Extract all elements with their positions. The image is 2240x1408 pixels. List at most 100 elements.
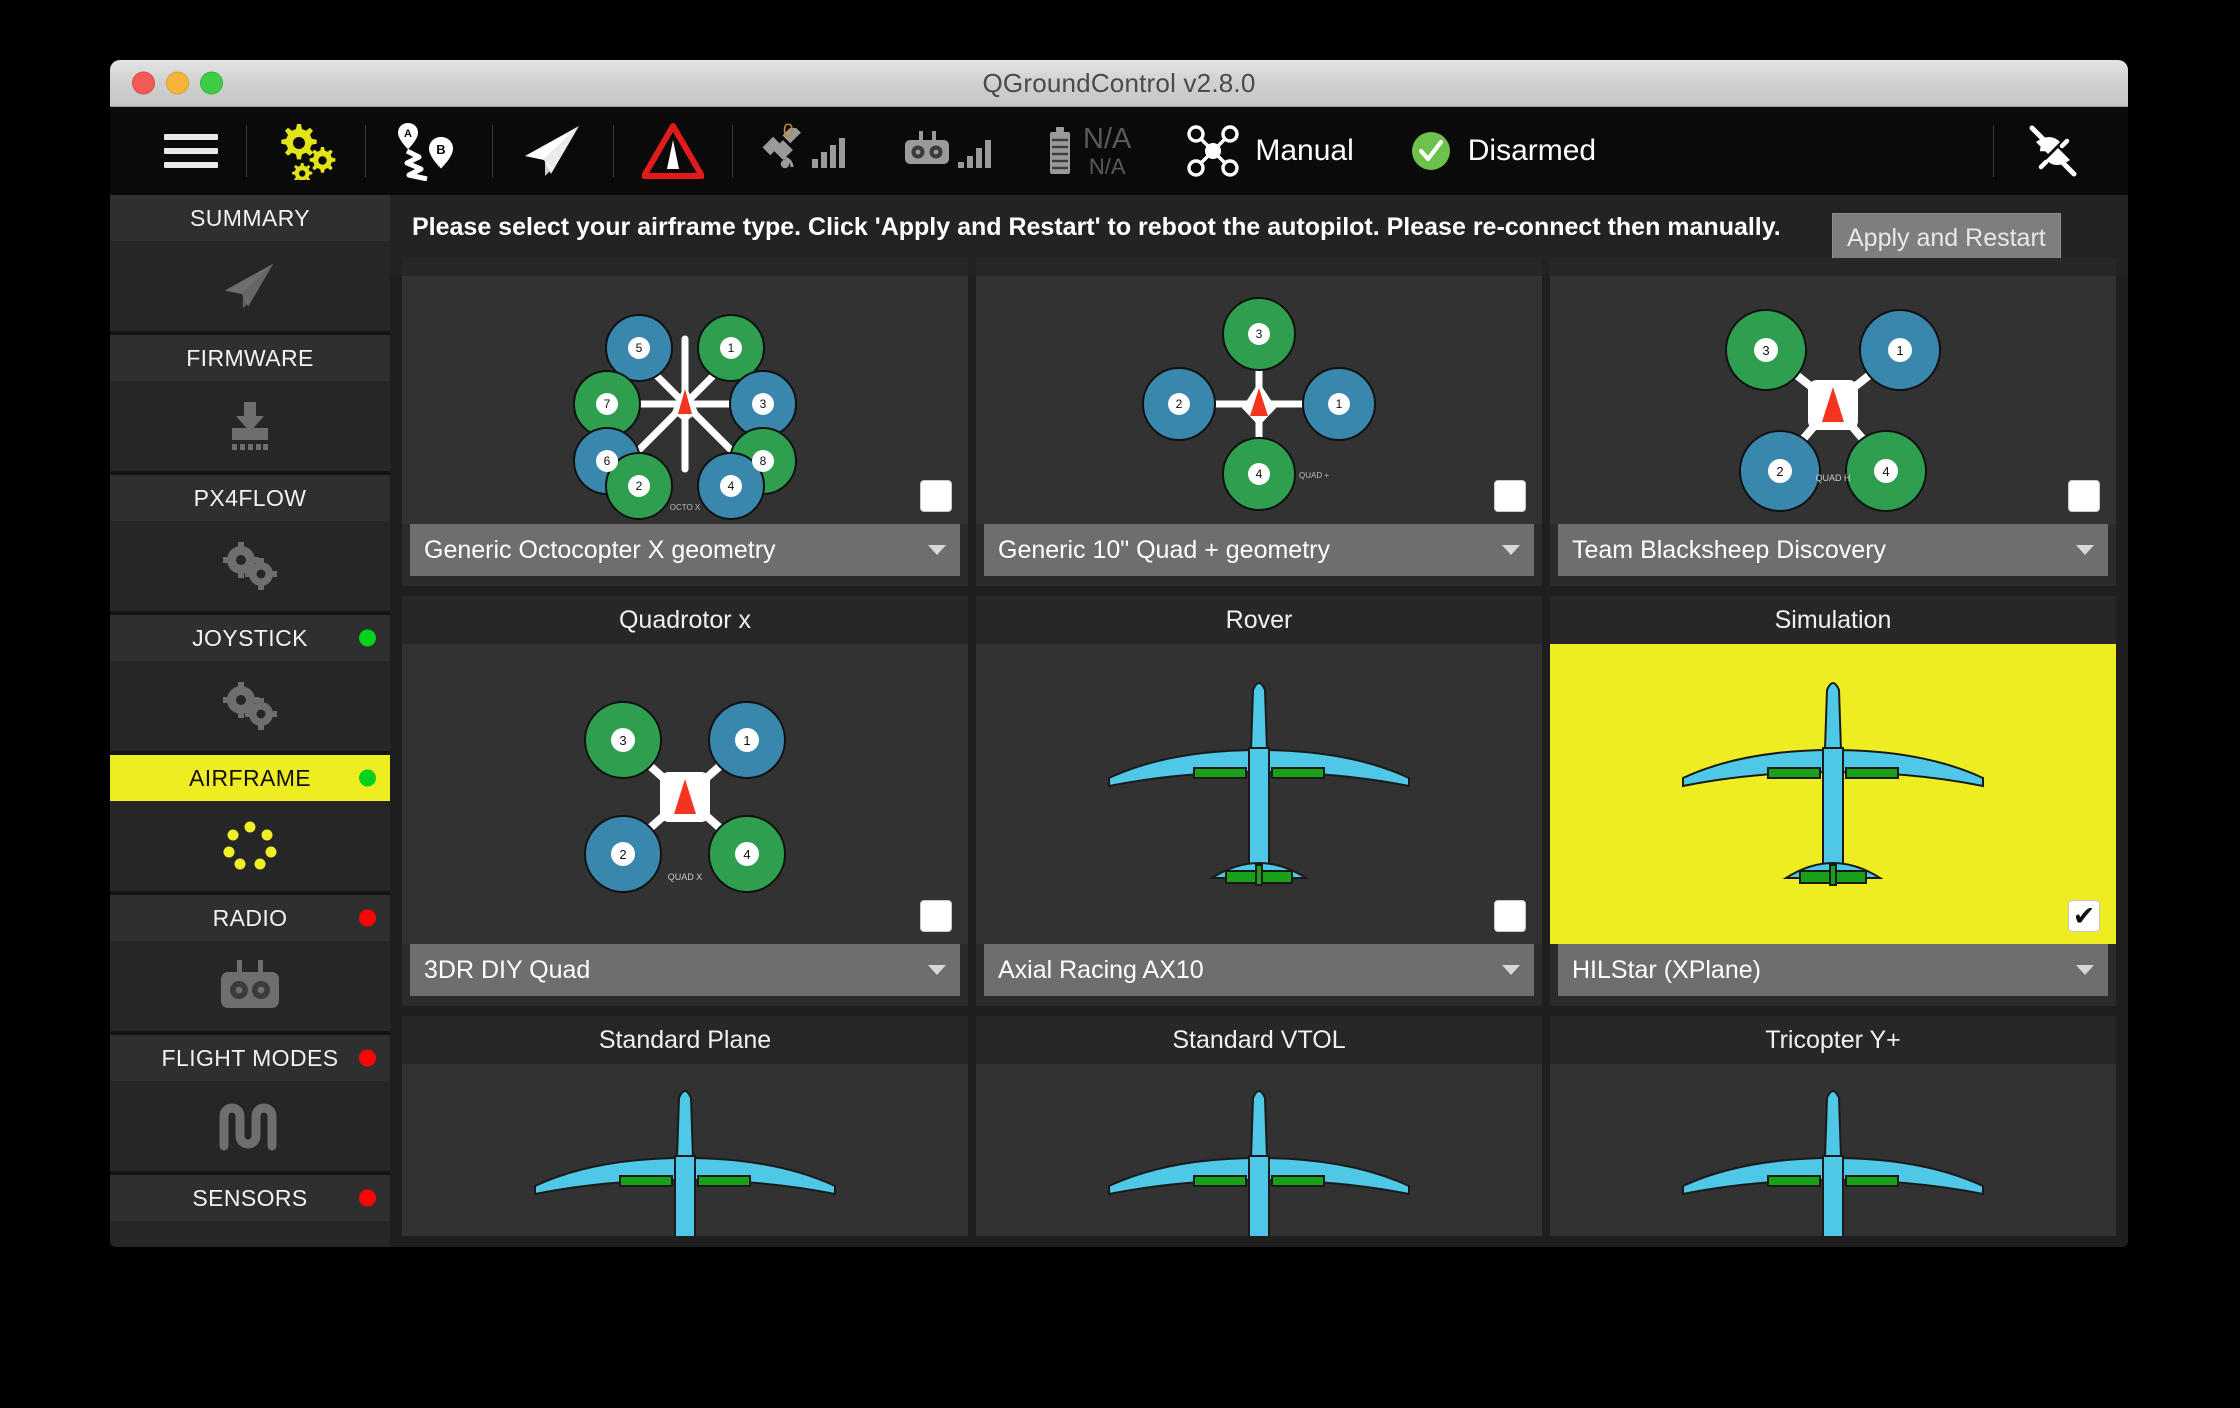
sidebar-item-airframe[interactable]: AIRFRAME: [110, 755, 390, 801]
airframe-card[interactable]: Standard Plane: [402, 1016, 968, 1236]
sidebar-icon-radio[interactable]: [110, 941, 390, 1031]
fly-button[interactable]: [493, 107, 613, 195]
svg-text:5: 5: [636, 341, 643, 355]
settings-button[interactable]: [247, 107, 365, 195]
airframe-card-graphic: ✔: [1550, 644, 2116, 944]
apply-and-restart-button[interactable]: Apply and Restart: [1832, 213, 2061, 264]
svg-text:2: 2: [1176, 397, 1183, 411]
airframe-select[interactable]: Team Blacksheep Discovery: [1558, 524, 2108, 576]
sidebar-icon-sensors[interactable]: [110, 1221, 390, 1247]
sidebar-icon-joystick[interactable]: [110, 661, 390, 751]
rc-signal-bars: [958, 134, 991, 168]
airframe-card[interactable]: 1 3 4 2 QUAD H Team Blacksheep Di: [1550, 258, 2116, 586]
svg-text:2: 2: [619, 847, 626, 862]
menu-button[interactable]: [136, 107, 246, 195]
airframe-card-selected[interactable]: Simulation: [1550, 596, 2116, 1006]
hamburger-icon: [164, 134, 218, 168]
airframe-card-title: [1550, 258, 2116, 276]
sidebar-item-firmware[interactable]: FIRMWARE: [110, 335, 390, 381]
gears-icon: [275, 122, 337, 180]
gears-icon: [217, 540, 283, 592]
sidebar-icon-px4flow[interactable]: [110, 521, 390, 611]
airframe-select[interactable]: Generic 10" Quad + geometry: [984, 524, 1534, 576]
airframe-checkbox[interactable]: [920, 900, 952, 932]
battery-status[interactable]: N/A N/A: [1019, 107, 1159, 195]
svg-text:3: 3: [619, 733, 626, 748]
airframe-card-title: Standard Plane: [402, 1016, 968, 1064]
airframe-checkbox[interactable]: [1494, 900, 1526, 932]
warning-triangle-icon: [642, 123, 704, 179]
svg-text:A: A: [404, 128, 412, 140]
sidebar-item-flight-modes[interactable]: FLIGHT MODES: [110, 1035, 390, 1081]
airframe-select[interactable]: Axial Racing AX10: [984, 944, 1534, 996]
svg-text:6: 6: [604, 454, 611, 468]
svg-text:8: 8: [760, 454, 767, 468]
quadcopter-icon: [1187, 125, 1239, 177]
arm-status[interactable]: Disarmed: [1382, 107, 1624, 195]
rc-transmitter-icon: [213, 960, 287, 1012]
sidebar-icon-summary[interactable]: [110, 241, 390, 331]
sidebar-group-px4flow: PX4FLOW: [110, 475, 390, 611]
airframe-checkbox[interactable]: [2068, 480, 2100, 512]
plug-disconnect-icon: [2022, 122, 2084, 180]
title-bar: QGroundControl v2.8.0: [110, 60, 2128, 107]
sidebar-group-summary: SUMMARY: [110, 195, 390, 331]
battery-percent: N/A: [1089, 155, 1126, 178]
rc-status[interactable]: [873, 107, 1019, 195]
svg-text:2: 2: [1776, 464, 1783, 479]
octo-x-diagram: 1 5 3 7 8 6 4 2 OCTO X: [535, 286, 835, 521]
airframe-select-value: Generic 10" Quad + geometry: [998, 536, 1330, 565]
warning-button[interactable]: [614, 107, 732, 195]
svg-text:4: 4: [728, 479, 735, 493]
airframe-card-graphic: [976, 1064, 1542, 1236]
airframe-checkbox[interactable]: [920, 480, 952, 512]
sidebar-icon-airframe[interactable]: [110, 801, 390, 891]
disconnect-button[interactable]: [1994, 107, 2112, 195]
zoom-button[interactable]: [200, 72, 223, 95]
waveform-icon: [216, 1100, 284, 1152]
airframe-card[interactable]: 1 5 3 7 8 6 4 2 OCTO X: [402, 258, 968, 586]
flight-mode-selector[interactable]: Manual: [1159, 107, 1381, 195]
airframe-select[interactable]: HILStar (XPlane): [1558, 944, 2108, 996]
airframe-checkbox[interactable]: [1494, 480, 1526, 512]
airframe-card-title: [976, 258, 1542, 276]
status-led: [359, 770, 376, 787]
sidebar-item-joystick[interactable]: JOYSTICK: [110, 615, 390, 661]
airframe-card-title: Simulation: [1550, 596, 2116, 644]
airframe-card[interactable]: Standard VTOL: [976, 1016, 1542, 1236]
setup-notice-text: Please select your airframe type. Click …: [412, 211, 1812, 244]
sidebar-icon-flight-modes[interactable]: [110, 1081, 390, 1171]
airframe-card-graphic: [402, 1064, 968, 1236]
svg-text:3: 3: [760, 397, 767, 411]
airframe-card[interactable]: Tricopter Y+: [1550, 1016, 2116, 1236]
app-window: QGroundControl v2.8.0: [110, 60, 2128, 1247]
airframe-card[interactable]: Rover: [976, 596, 1542, 1006]
plan-button[interactable]: A B: [366, 107, 492, 195]
airframe-select-value: Generic Octocopter X geometry: [424, 536, 776, 565]
sidebar-item-label: FIRMWARE: [186, 345, 314, 372]
minimize-button[interactable]: [166, 72, 189, 95]
airframe-card[interactable]: 3 4 2 1 QUAD + Generic 10" Quad +: [976, 258, 1542, 586]
gps-satellite-count: 0: [783, 121, 794, 143]
sidebar-item-radio[interactable]: RADIO: [110, 895, 390, 941]
svg-text:2: 2: [636, 479, 643, 493]
sidebar-icon-firmware[interactable]: [110, 381, 390, 471]
airframe-card[interactable]: Quadrotor x 1: [402, 596, 968, 1006]
gps-status[interactable]: 0: [733, 107, 873, 195]
sidebar-group-radio: RADIO: [110, 895, 390, 1031]
sidebar-item-summary[interactable]: SUMMARY: [110, 195, 390, 241]
airframe-select[interactable]: 3DR DIY Quad: [410, 944, 960, 996]
airframe-card-title: [402, 258, 968, 276]
airframe-dots-icon: [219, 818, 281, 874]
quad-h-diagram: 1 3 4 2 QUAD H: [1683, 286, 1983, 521]
status-led: [359, 1050, 376, 1067]
sidebar-item-px4flow[interactable]: PX4FLOW: [110, 475, 390, 521]
airframe-select-value: HILStar (XPlane): [1572, 956, 1761, 985]
paper-plane-icon: [219, 260, 281, 312]
check-circle-icon: [1410, 130, 1452, 172]
flight-mode-label: Manual: [1255, 134, 1353, 168]
airframe-checkbox-checked[interactable]: ✔: [2068, 900, 2100, 932]
sidebar-item-sensors[interactable]: SENSORS: [110, 1175, 390, 1221]
close-button[interactable]: [132, 72, 155, 95]
airframe-select[interactable]: Generic Octocopter X geometry: [410, 524, 960, 576]
